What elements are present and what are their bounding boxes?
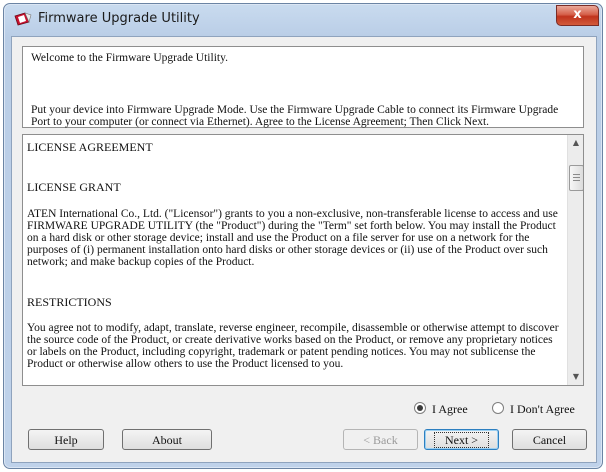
dialog-client-area: Welcome to the Firmware Upgrade Utility.… (11, 36, 597, 463)
grip-line (573, 177, 580, 178)
agree-label: I Agree (432, 402, 468, 416)
agree-radio-option[interactable]: I Agree (414, 402, 468, 417)
close-button[interactable]: x (556, 5, 599, 26)
close-icon: x (573, 7, 582, 22)
back-button[interactable]: < Back (343, 429, 418, 450)
agree-radio[interactable] (414, 402, 426, 414)
license-text-area[interactable]: LICENSE AGREEMENT LICENSE GRANT ATEN Int… (22, 134, 584, 386)
disagree-radio-option[interactable]: I Don't Agree (492, 402, 575, 417)
scroll-down-arrow-icon[interactable]: ▼ (568, 369, 583, 385)
title-bar[interactable]: Firmware Upgrade Utility x (4, 4, 602, 36)
grip-line (573, 174, 580, 175)
app-icon (14, 12, 32, 26)
window-title: Firmware Upgrade Utility (38, 11, 200, 26)
scroll-up-arrow-icon[interactable]: ▲ (568, 135, 583, 151)
restrictions-heading: RESTRICTIONS (27, 295, 112, 309)
license-agreement-heading: LICENSE AGREEMENT (27, 140, 153, 154)
disagree-radio[interactable] (492, 402, 504, 414)
restrictions-text: You agree not to modify, adapt, translat… (27, 322, 559, 370)
license-grant-heading: LICENSE GRANT (27, 180, 121, 194)
about-button[interactable]: About (122, 429, 212, 450)
grip-line (573, 180, 580, 181)
license-scrollbar[interactable]: ▲ ▼ (567, 135, 583, 385)
help-button[interactable]: Help (28, 429, 104, 450)
license-grant-text: ATEN International Co., Ltd. ("Licensor"… (27, 208, 558, 268)
firmware-upgrade-window: Firmware Upgrade Utility x Welcome to th… (3, 3, 603, 469)
scroll-thumb[interactable] (569, 165, 583, 191)
intro-panel: Welcome to the Firmware Upgrade Utility.… (22, 46, 584, 128)
cancel-button[interactable]: Cancel (512, 429, 587, 450)
next-button[interactable]: Next > (424, 429, 499, 450)
disagree-label: I Don't Agree (510, 402, 575, 416)
instructions-text: Put your device into Firmware Upgrade Mo… (31, 104, 559, 128)
next-button-label: Next > (433, 432, 490, 448)
welcome-text: Welcome to the Firmware Upgrade Utility. (31, 52, 228, 64)
